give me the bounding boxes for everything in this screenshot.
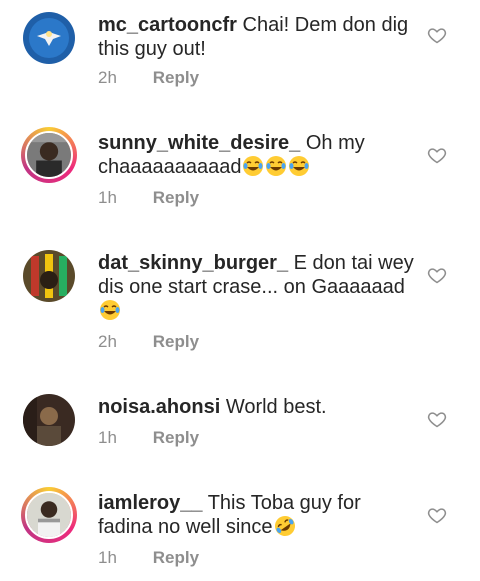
comment-time: 1h [98,188,117,207]
comment-text: iamleroy__ This Toba guy for fadina no w… [98,491,418,539]
avatar-image [23,394,75,446]
avatar-image [25,491,73,539]
comment-text: mc_cartooncfr Chai! Dem don dig this guy… [98,13,418,61]
avatar[interactable] [21,127,77,183]
comment-meta: 2h Reply [98,68,199,88]
avatar[interactable] [21,248,77,304]
comment-time: 1h [98,548,117,567]
reply-button[interactable]: Reply [153,68,199,87]
avatar-image [23,250,75,302]
reply-button[interactable]: Reply [153,332,199,351]
tears-of-joy-icon [288,155,310,177]
tears-of-joy-icon [99,299,121,321]
heart-outline-icon[interactable] [427,25,447,45]
comment-text: noisa.ahonsi World best. [98,395,418,419]
heart-outline-icon[interactable] [427,505,447,525]
comment-meta: 1h Reply [98,548,199,568]
comment-meta: 1h Reply [98,188,199,208]
comment-username[interactable]: sunny_white_desire_ [98,132,300,154]
reply-button[interactable]: Reply [153,548,199,567]
comment-text: dat_skinny_burger_ E don tai wey dis one… [98,251,418,323]
avatar-image [23,12,75,64]
reply-button[interactable]: Reply [153,428,199,447]
comment-time: 2h [98,68,117,87]
avatar[interactable] [21,392,77,448]
comment-username[interactable]: mc_cartooncfr [98,14,237,36]
comment-time: 1h [98,428,117,447]
tears-of-joy-icon [242,155,264,177]
comment-meta: 1h Reply [98,428,199,448]
comment-time: 2h [98,332,117,351]
comment-username[interactable]: iamleroy__ [98,492,203,514]
comment-meta: 2h Reply [98,332,199,352]
comment-text: sunny_white_desire_ Oh my chaaaaaaaaaad [98,131,418,179]
tears-of-joy-icon [265,155,287,177]
avatar-image [25,131,73,179]
rolling-laughing-icon [274,515,296,537]
comment-username[interactable]: dat_skinny_burger_ [98,252,288,274]
avatar[interactable] [21,10,77,66]
reply-button[interactable]: Reply [153,188,199,207]
heart-outline-icon[interactable] [427,265,447,285]
avatar[interactable] [21,487,77,543]
comment-body: World best. [225,396,327,418]
heart-outline-icon[interactable] [427,409,447,429]
comment-username[interactable]: noisa.ahonsi [98,396,220,418]
heart-outline-icon[interactable] [427,145,447,165]
